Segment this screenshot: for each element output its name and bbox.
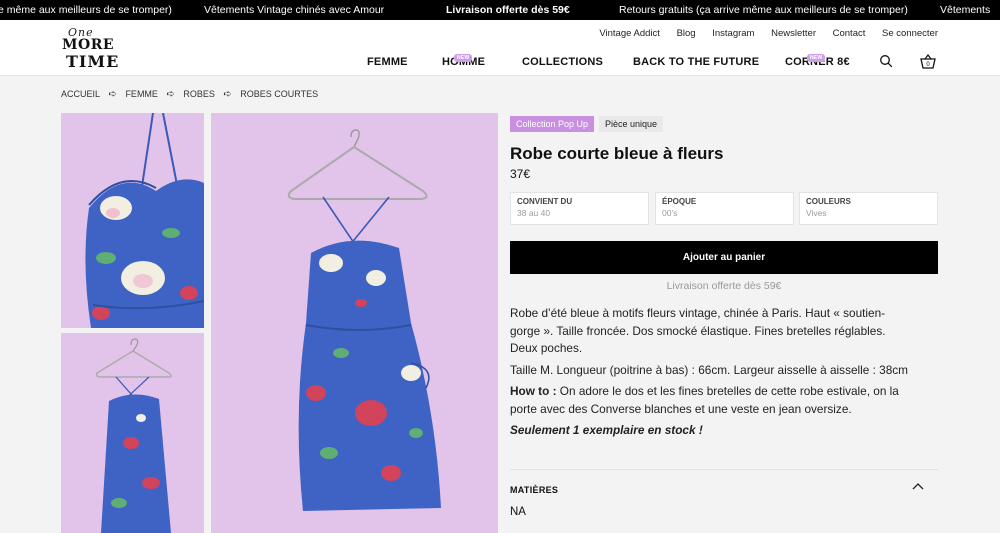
product-main-image[interactable]	[211, 113, 498, 533]
add-to-cart-button[interactable]: Ajouter au panier	[510, 241, 938, 274]
marquee-item: Vêtements	[940, 4, 991, 16]
materials-value: NA	[510, 506, 526, 518]
site-header: One MORE TIME Vintage Addict Blog Instag…	[0, 20, 1000, 76]
divider	[510, 469, 938, 470]
new-pill: NEW	[807, 54, 826, 62]
topnav-instagram[interactable]: Instagram	[712, 28, 754, 39]
measurements-paragraph: Taille M. Longueur (poitrine à bas) : 66…	[510, 362, 909, 377]
spec-colors: COULEURS Vives	[799, 192, 938, 225]
marquee-item: e même aux meilleurs de se tromper)	[0, 4, 172, 16]
topnav-newsletter[interactable]: Newsletter	[771, 28, 816, 39]
dress-closeup-image	[85, 113, 204, 328]
arrow-right-icon: ➪	[108, 89, 117, 100]
product-thumbnail-1[interactable]	[61, 113, 204, 328]
badge-collection: Collection Pop Up	[510, 116, 595, 132]
announcement-bar: e même aux meilleurs de se tromper) Vête…	[0, 0, 1000, 20]
nav-back-to-the-future[interactable]: BACK TO THE FUTURE	[633, 56, 759, 68]
spec-size: CONVIENT DU 38 au 40	[510, 192, 649, 225]
product-description: Robe d’été bleue à motifs fleurs vintage…	[510, 305, 910, 444]
search-icon[interactable]	[879, 54, 893, 68]
crumb-accueil[interactable]: ACCUEIL	[61, 89, 100, 99]
product-price: 37€	[510, 167, 531, 181]
shipping-note: Livraison offerte dès 59€	[666, 280, 782, 292]
materials-accordion-header[interactable]: MATIÈRES	[510, 485, 558, 495]
description-paragraph: Robe d’été bleue à motifs fleurs vintage…	[510, 306, 886, 355]
top-nav: Vintage Addict Blog Instagram Newsletter…	[585, 28, 938, 39]
nav-homme[interactable]: HOMME NEW	[442, 54, 485, 68]
arrow-right-icon: ➪	[166, 89, 175, 100]
marquee-item: Livraison offerte dès 59€	[446, 4, 570, 16]
product-thumbnail-2[interactable]	[61, 333, 204, 533]
basket-icon[interactable]: 0	[920, 54, 936, 69]
marquee-item: Retours gratuits (ça arrive même aux mei…	[619, 4, 908, 16]
dress-back-image	[95, 338, 172, 533]
topnav-vintage-addict[interactable]: Vintage Addict	[599, 28, 660, 39]
spec-era: ÉPOQUE 00's	[655, 192, 794, 225]
logo[interactable]: One MORE TIME	[60, 26, 122, 72]
crumb-robes-courtes[interactable]: ROBES COURTES	[240, 89, 318, 99]
stock-note: Seulement 1 exemplaire en stock !	[510, 423, 703, 437]
cart-count: 0	[926, 62, 930, 68]
nav-corner[interactable]: CORNER 8€ NEW	[785, 54, 850, 68]
topnav-contact[interactable]: Contact	[833, 28, 866, 39]
chevron-up-icon[interactable]	[912, 482, 924, 490]
arrow-right-icon: ➪	[223, 89, 232, 100]
crumb-femme[interactable]: FEMME	[125, 89, 158, 99]
dress-front-image	[287, 129, 441, 511]
nav-femme[interactable]: FEMME	[367, 56, 408, 68]
breadcrumb: ACCUEIL ➪ FEMME ➪ ROBES ➪ ROBES COURTES	[61, 89, 324, 100]
howto-paragraph: How to : On adore le dos et les fines br…	[510, 384, 899, 416]
nav-collections[interactable]: COLLECTIONS	[522, 56, 603, 68]
new-pill: NEW	[454, 54, 473, 62]
crumb-robes[interactable]: ROBES	[183, 89, 215, 99]
marquee-item: Vêtements Vintage chinés avec Amour	[204, 4, 385, 16]
product-title: Robe courte bleue à fleurs	[510, 144, 724, 163]
badge-unique: Pièce unique	[599, 116, 664, 132]
topnav-login[interactable]: Se connecter	[882, 28, 938, 39]
topnav-blog[interactable]: Blog	[677, 28, 696, 39]
